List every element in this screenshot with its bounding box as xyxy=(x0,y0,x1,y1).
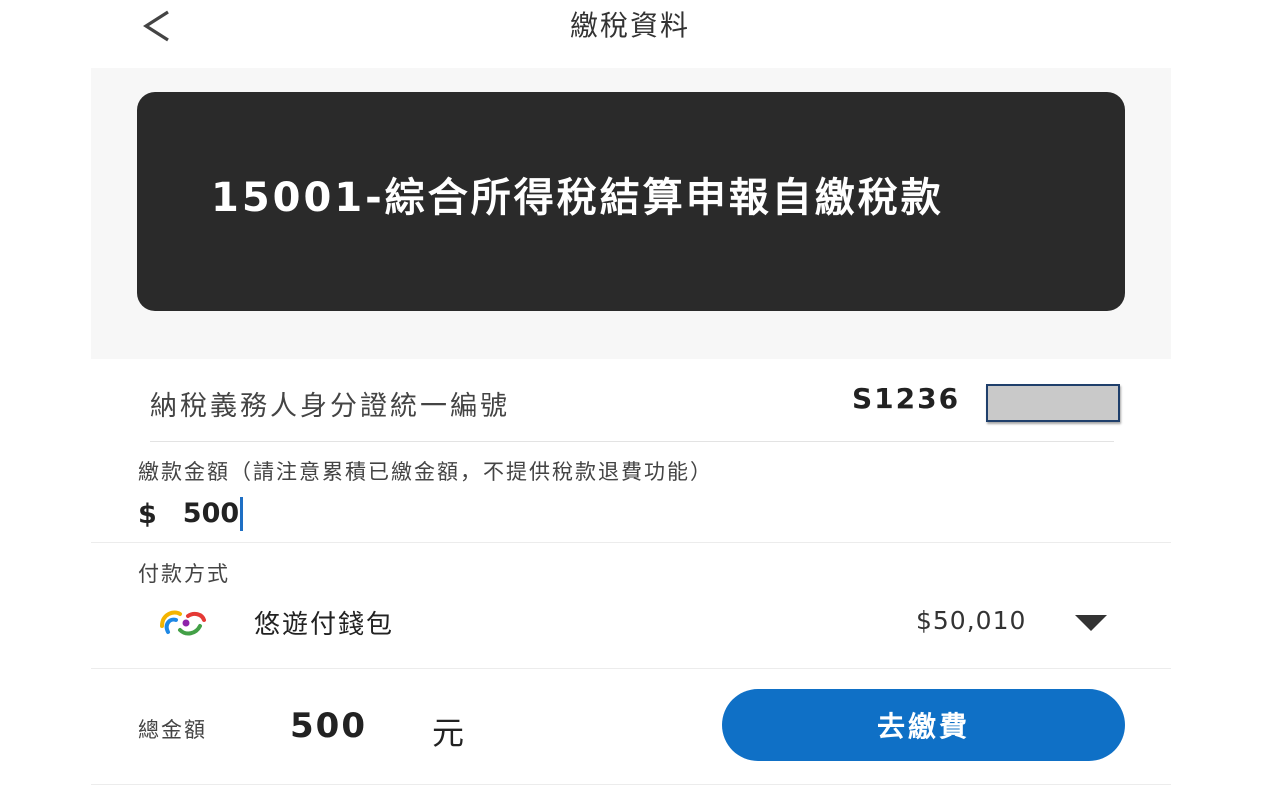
divider xyxy=(91,668,1171,669)
payment-method-label: 付款方式 xyxy=(138,562,230,586)
page-title: 繳稅資料 xyxy=(569,9,690,42)
payment-amount-label: 繳款金額（請注意累積已繳金額，不提供稅款退費功能） xyxy=(138,460,713,484)
wallet-balance: $50,010 xyxy=(916,606,1027,635)
divider xyxy=(91,784,1171,785)
tax-item-title: 15001-綜合所得稅結算申報自繳稅款 xyxy=(211,175,944,221)
back-button[interactable] xyxy=(134,6,178,46)
taxpayer-id-label: 納稅義務人身分證統一編號 xyxy=(150,391,510,422)
total-amount-unit: 元 xyxy=(432,714,465,752)
tax-payment-page: 繳稅資料 15001-綜合所得稅結算申報自繳稅款 納稅義務人身分證統一編號 S1… xyxy=(0,0,1280,790)
easywallet-logo-icon xyxy=(160,610,206,636)
total-amount-label: 總金額 xyxy=(138,718,207,742)
caret-down-icon[interactable] xyxy=(1074,614,1108,632)
chevron-left-icon xyxy=(143,10,169,42)
taxpayer-id-redaction xyxy=(986,384,1120,422)
payment-amount-field[interactable]: $ 500 xyxy=(138,494,738,534)
taxpayer-id-row: 納稅義務人身分證統一編號 S1236 xyxy=(150,380,1120,426)
tax-item-card: 15001-綜合所得稅結算申報自繳稅款 xyxy=(137,92,1125,311)
wallet-name: 悠遊付錢包 xyxy=(254,610,395,640)
payment-amount-input[interactable]: 500 xyxy=(183,497,244,531)
divider xyxy=(150,441,1114,442)
currency-symbol: $ xyxy=(138,498,157,530)
total-amount-value: 500 xyxy=(290,706,367,746)
taxpayer-id-value: S1236 xyxy=(852,382,961,415)
payment-method-selector[interactable]: 悠遊付錢包 $50,010 xyxy=(150,598,1114,646)
divider xyxy=(91,542,1171,543)
pay-now-button[interactable]: 去繳費 xyxy=(722,689,1125,761)
